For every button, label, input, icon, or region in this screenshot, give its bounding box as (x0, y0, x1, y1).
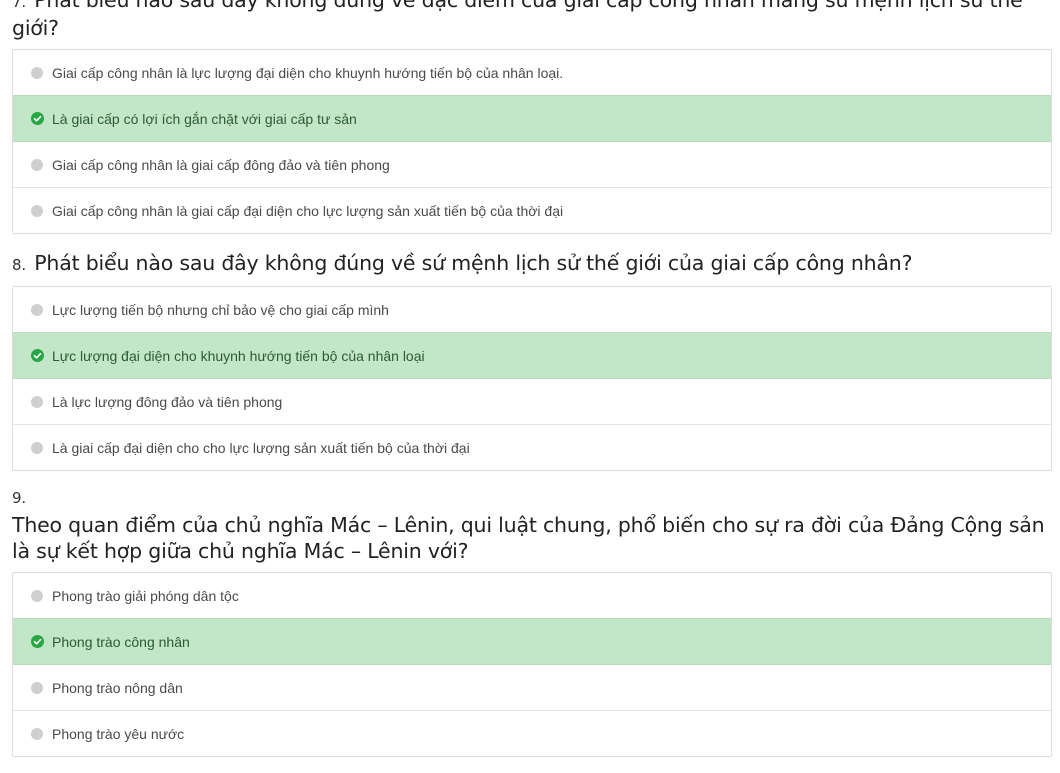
answer-label: Giai cấp công nhân là giai cấp đại diện … (52, 202, 564, 219)
answer-label: Giai cấp công nhân là giai cấp đông đảo … (52, 156, 390, 173)
radio-icon (31, 681, 43, 694)
answer-option[interactable]: Giai cấp công nhân là giai cấp đại diện … (13, 187, 1051, 233)
answer-label: Giai cấp công nhân là lực lượng đại diện… (52, 64, 564, 81)
check-circle-icon (31, 112, 44, 125)
answer-option[interactable]: Phong trào yêu nước (13, 710, 1051, 756)
question-number: 7. (12, 0, 26, 11)
answer-label: Lực lượng tiến bộ nhưng chỉ bảo vệ cho g… (52, 301, 389, 318)
answer-option-correct[interactable]: Phong trào công nhân (13, 618, 1051, 664)
answer-option[interactable]: Giai cấp công nhân là lực lượng đại diện… (13, 50, 1051, 95)
question-number: 8. (12, 256, 26, 274)
answer-label: Phong trào công nhân (52, 633, 190, 650)
answer-option[interactable]: Giai cấp công nhân là giai cấp đông đảo … (13, 141, 1051, 187)
radio-icon (31, 441, 43, 454)
question-text: Phát biểu nào sau đây không đúng về sứ m… (34, 251, 913, 275)
radio-icon (31, 589, 43, 602)
question-heading: 9. Theo quan điểm của chủ nghĩa Mác – Lê… (12, 487, 1052, 572)
radio-icon (31, 395, 43, 408)
question-text: Phát biểu nào sau đây không đúng về đặc … (12, 0, 1023, 40)
question-7: 7. Phát biểu nào sau đây không đúng về đ… (12, 0, 1052, 234)
answer-options: Giai cấp công nhân là lực lượng đại diện… (12, 49, 1052, 234)
answer-label: Lực lượng đại diện cho khuynh hướng tiến… (52, 347, 425, 364)
check-circle-icon (31, 635, 44, 648)
answer-label: Phong trào nông dân (52, 679, 183, 696)
answer-option[interactable]: Lực lượng tiến bộ nhưng chỉ bảo vệ cho g… (13, 287, 1051, 332)
answer-label: Là giai cấp có lợi ích gắn chặt với giai… (52, 110, 357, 127)
answer-label: Phong trào giải phóng dân tộc (52, 587, 239, 604)
answer-options: Lực lượng tiến bộ nhưng chỉ bảo vệ cho g… (12, 286, 1052, 471)
answer-option[interactable]: Là lực lượng đông đảo và tiên phong (13, 378, 1051, 424)
answer-option-correct[interactable]: Lực lượng đại diện cho khuynh hướng tiến… (13, 332, 1051, 378)
radio-icon (31, 303, 43, 316)
question-text: Theo quan điểm của chủ nghĩa Mác – Lênin… (12, 513, 1045, 563)
answer-label: Là giai cấp đại diện cho cho lực lượng s… (52, 439, 470, 456)
quiz-container: 7. Phát biểu nào sau đây không đúng về đ… (12, 0, 1052, 773)
question-9: 9. Theo quan điểm của chủ nghĩa Mác – Lê… (12, 487, 1052, 757)
answer-option[interactable]: Phong trào giải phóng dân tộc (13, 573, 1051, 618)
radio-icon (31, 158, 43, 171)
radio-icon (31, 204, 43, 217)
radio-icon (31, 727, 43, 740)
question-number: 9. (12, 489, 26, 507)
question-heading: 7. Phát biểu nào sau đây không đúng về đ… (12, 0, 1052, 49)
question-8: 8. Phát biểu nào sau đây không đúng về s… (12, 250, 1052, 471)
answer-option[interactable]: Là giai cấp đại diện cho cho lực lượng s… (13, 424, 1051, 470)
radio-icon (31, 66, 43, 79)
question-heading: 8. Phát biểu nào sau đây không đúng về s… (12, 250, 1052, 286)
answer-option-correct[interactable]: Là giai cấp có lợi ích gắn chặt với giai… (13, 95, 1051, 141)
answer-label: Là lực lượng đông đảo và tiên phong (52, 393, 283, 410)
answer-option[interactable]: Phong trào nông dân (13, 664, 1051, 710)
answer-options: Phong trào giải phóng dân tộc Phong trào… (12, 572, 1052, 757)
answer-label: Phong trào yêu nước (52, 725, 185, 742)
check-circle-icon (31, 349, 44, 362)
